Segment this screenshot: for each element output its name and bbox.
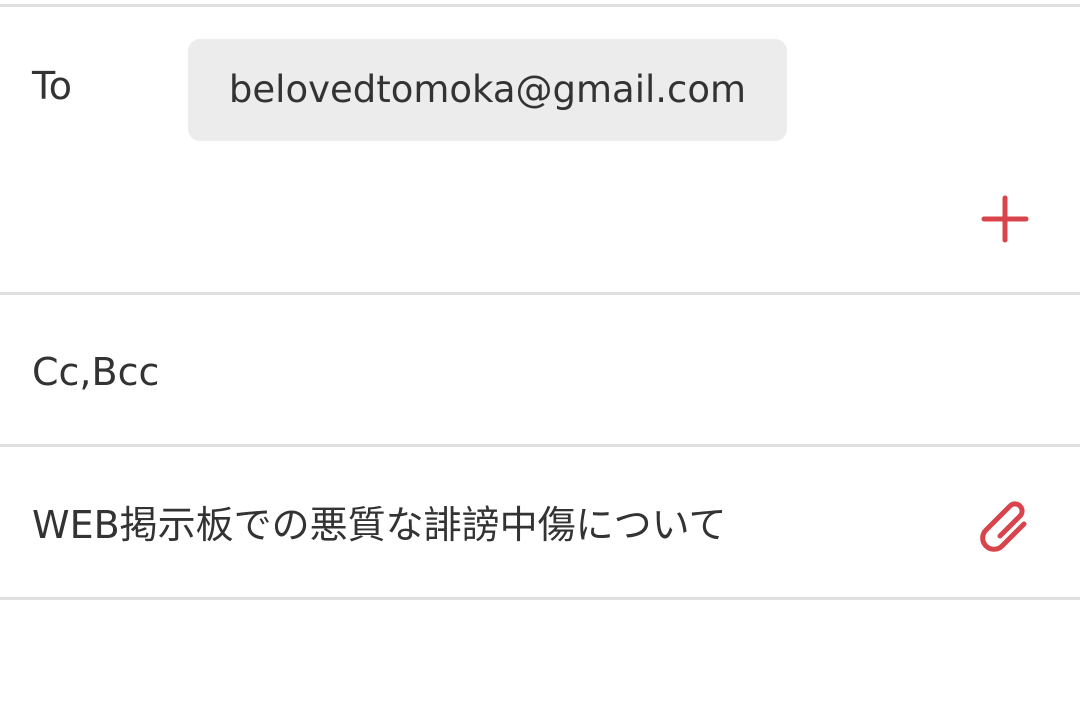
cc-bcc-field[interactable]: Cc,Bcc — [32, 350, 159, 394]
recipient-chip[interactable]: belovedtomoka@gmail.com — [188, 39, 787, 141]
divider — [0, 597, 1080, 600]
to-label: To — [32, 64, 73, 108]
recipient-email: belovedtomoka@gmail.com — [228, 68, 747, 111]
plus-icon — [981, 195, 1029, 243]
attach-button[interactable] — [970, 492, 1040, 556]
email-compose-form: To belovedtomoka@gmail.com Cc,Bcc WEB掲示板… — [0, 0, 1080, 724]
divider — [0, 292, 1080, 295]
subject-field[interactable]: WEB掲示板での悪質な誹謗中傷について — [32, 502, 932, 548]
divider — [0, 4, 1080, 7]
paperclip-icon — [980, 501, 1027, 552]
add-recipient-button[interactable] — [974, 188, 1036, 250]
divider — [0, 444, 1080, 447]
